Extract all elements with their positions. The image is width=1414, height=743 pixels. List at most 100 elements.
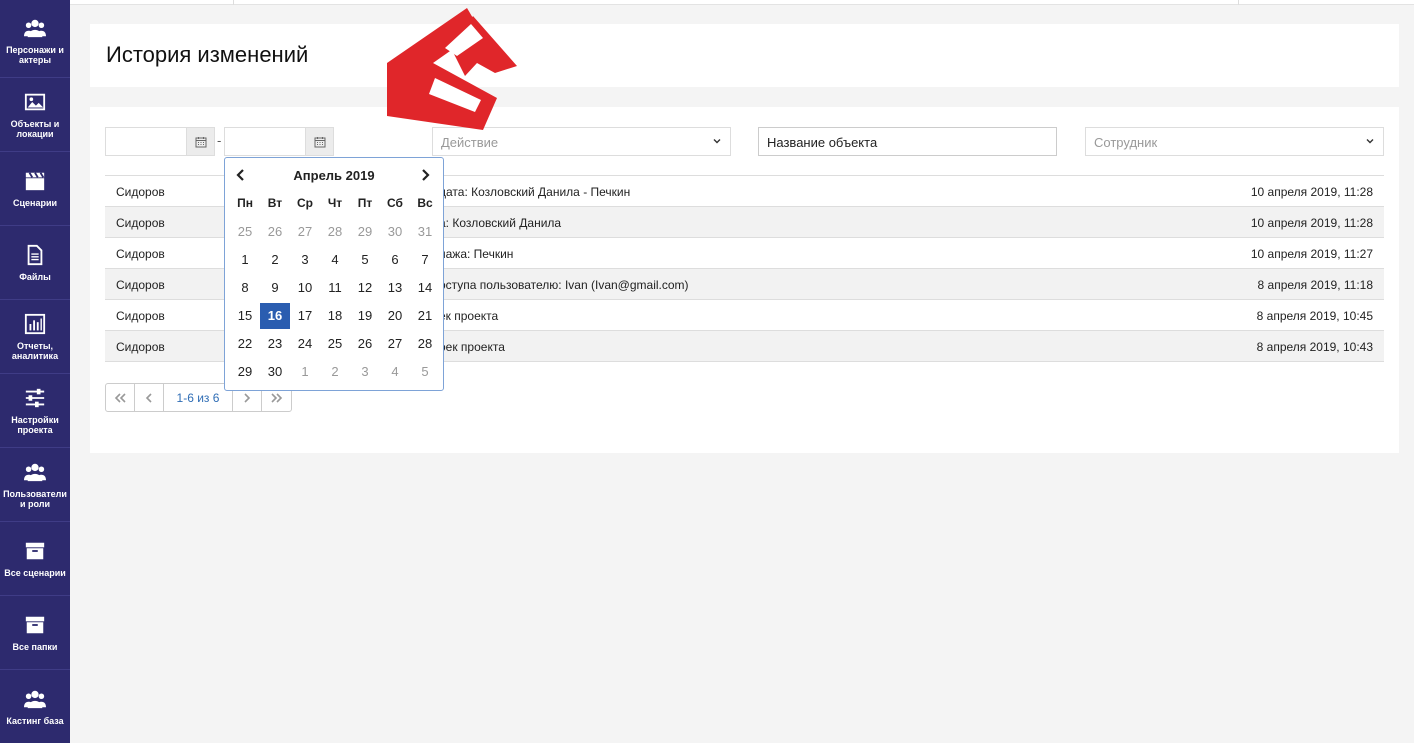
calendar-day[interactable]: 30 <box>260 359 290 385</box>
double-chevron-right-icon <box>270 392 282 403</box>
weekday-header: Пт <box>357 196 373 210</box>
date-to-calendar-button[interactable] <box>305 128 333 155</box>
date-from-input[interactable] <box>105 127 215 156</box>
sidebar-item-objects[interactable]: Объекты и локации <box>0 78 70 152</box>
image-icon <box>24 93 46 110</box>
calendar-day[interactable]: 27 <box>380 331 410 357</box>
calendar-day[interactable]: 22 <box>230 331 260 357</box>
calendar-day[interactable]: 24 <box>290 331 320 357</box>
weekday-header: Чт <box>327 196 343 210</box>
row-action: оек проекта <box>439 340 505 354</box>
date-from-calendar-button[interactable] <box>186 128 214 155</box>
calendar-day[interactable]: 15 <box>230 303 260 329</box>
sidebar-item-label: Файлы <box>19 271 51 282</box>
sidebar-item-label: Пользователи и роли <box>3 488 67 509</box>
row-date: 8 апреля 2019, 10:43 <box>1256 340 1373 354</box>
calendar-day[interactable]: 10 <box>290 275 320 301</box>
calendar-day-other-month[interactable]: 30 <box>380 219 410 245</box>
calendar-day-other-month[interactable]: 31 <box>410 219 440 245</box>
calendar-day[interactable]: 12 <box>350 275 380 301</box>
sidebar-item-all-scripts[interactable]: Все сценарии <box>0 522 70 596</box>
calendar-day[interactable]: 17 <box>290 303 320 329</box>
calendar-day[interactable]: 8 <box>230 275 260 301</box>
calendar-day[interactable]: 9 <box>260 275 290 301</box>
date-to-input[interactable] <box>224 127 334 156</box>
calendar-day[interactable]: 6 <box>380 247 410 273</box>
calendar-day[interactable]: 25 <box>320 331 350 357</box>
calendar-day[interactable]: 13 <box>380 275 410 301</box>
calendar-day[interactable]: 11 <box>320 275 350 301</box>
calendar-day-other-month[interactable]: 3 <box>350 359 380 385</box>
sidebar-item-all-folders[interactable]: Все папки <box>0 596 70 670</box>
sliders-icon <box>25 388 45 407</box>
title-panel: История изменений <box>90 24 1399 87</box>
calendar-day-other-month[interactable]: 26 <box>260 219 290 245</box>
sidebar-item-label: Все папки <box>12 641 58 652</box>
object-name-input[interactable]: Название объекта <box>758 127 1057 156</box>
calendar-day-other-month[interactable]: 28 <box>320 219 350 245</box>
row-action: дата: Козловский Данила - Печкин <box>439 185 631 199</box>
calendar-day-other-month[interactable]: 29 <box>350 219 380 245</box>
date-picker-popup: Апрель 2019 Пн Вт Ср Чт Пт Сб Вс 25 26 27 28 29 30 31… <box>224 157 444 391</box>
calendar-day[interactable]: 4 <box>320 247 350 273</box>
row-date: 10 апреля 2019, 11:28 <box>1250 216 1373 230</box>
row-user: Сидоров <box>116 278 165 292</box>
row-date: 10 апреля 2019, 11:27 <box>1250 247 1373 261</box>
calendar-day[interactable]: 23 <box>260 331 290 357</box>
row-user: Сидоров <box>116 247 165 261</box>
sidebar-item-reports[interactable]: Отчеты, аналитика <box>0 300 70 374</box>
sidebar-item-characters[interactable]: Персонажи и актеры <box>0 4 70 78</box>
page-title: История изменений <box>106 42 309 67</box>
calendar-day[interactable]: 2 <box>260 247 290 273</box>
chevron-right-icon[interactable] <box>419 168 431 182</box>
row-user: Сидоров <box>116 340 165 354</box>
calendar-day[interactable]: 29 <box>230 359 260 385</box>
calendar-day-other-month[interactable]: 27 <box>290 219 320 245</box>
calendar-day[interactable]: 7 <box>410 247 440 273</box>
calendar-day-other-month[interactable]: 2 <box>320 359 350 385</box>
calendar-day[interactable]: 19 <box>350 303 380 329</box>
row-user: Сидоров <box>116 309 165 323</box>
sidebar-item-project-settings[interactable]: Настройки проекта <box>0 374 70 448</box>
action-select-placeholder: Действие <box>441 135 499 150</box>
double-chevron-left-icon <box>114 392 126 403</box>
prev-page-button[interactable] <box>135 384 164 411</box>
page-info: 1-6 из 6 <box>164 384 233 411</box>
employee-select[interactable]: Сотрудник <box>1085 127 1384 156</box>
calendar-day[interactable]: 3 <box>290 247 320 273</box>
sidebar-item-scripts[interactable]: Сценарии <box>0 152 70 226</box>
calendar-day-other-month[interactable]: 5 <box>410 359 440 385</box>
calendar-day[interactable]: 21 <box>410 303 440 329</box>
file-icon <box>27 244 43 265</box>
users-icon <box>24 463 46 481</box>
chevron-down-icon <box>713 139 721 144</box>
calendar-day-other-month[interactable]: 1 <box>290 359 320 385</box>
sidebar-item-files[interactable]: Файлы <box>0 226 70 300</box>
sidebar-item-label: Все сценарии <box>4 567 66 578</box>
row-user: Сидоров <box>116 185 165 199</box>
calendar-day[interactable]: 5 <box>350 247 380 273</box>
calendar-day[interactable]: 20 <box>380 303 410 329</box>
sidebar-item-label: Настройки проекта <box>11 414 59 435</box>
first-page-button[interactable] <box>106 384 135 411</box>
calendar-day-selected[interactable]: 16 <box>260 303 290 329</box>
sidebar-item-label: Сценарии <box>12 197 58 208</box>
calendar-day[interactable]: 28 <box>410 331 440 357</box>
date-range-separator: - <box>217 133 222 148</box>
calendar-day[interactable]: 18 <box>320 303 350 329</box>
calendar-day-other-month[interactable]: 25 <box>230 219 260 245</box>
top-strip <box>70 0 1414 5</box>
row-action: а: Козловский Данила <box>439 216 562 230</box>
row-date: 8 апреля 2019, 10:45 <box>1256 309 1373 323</box>
row-date: 8 апреля 2019, 11:18 <box>1257 278 1373 292</box>
chart-icon <box>24 313 46 334</box>
sidebar-item-label: Объекты и локации <box>10 118 60 139</box>
sidebar-item-casting[interactable]: Кастинг база <box>0 670 70 743</box>
calendar-day-other-month[interactable]: 4 <box>380 359 410 385</box>
calendar-day[interactable]: 1 <box>230 247 260 273</box>
sidebar-item-users-roles[interactable]: Пользователи и роли <box>0 448 70 522</box>
calendar-day[interactable]: 14 <box>410 275 440 301</box>
chevron-left-icon <box>145 392 152 403</box>
weekday-header: Пн <box>237 196 253 210</box>
calendar-day[interactable]: 26 <box>350 331 380 357</box>
